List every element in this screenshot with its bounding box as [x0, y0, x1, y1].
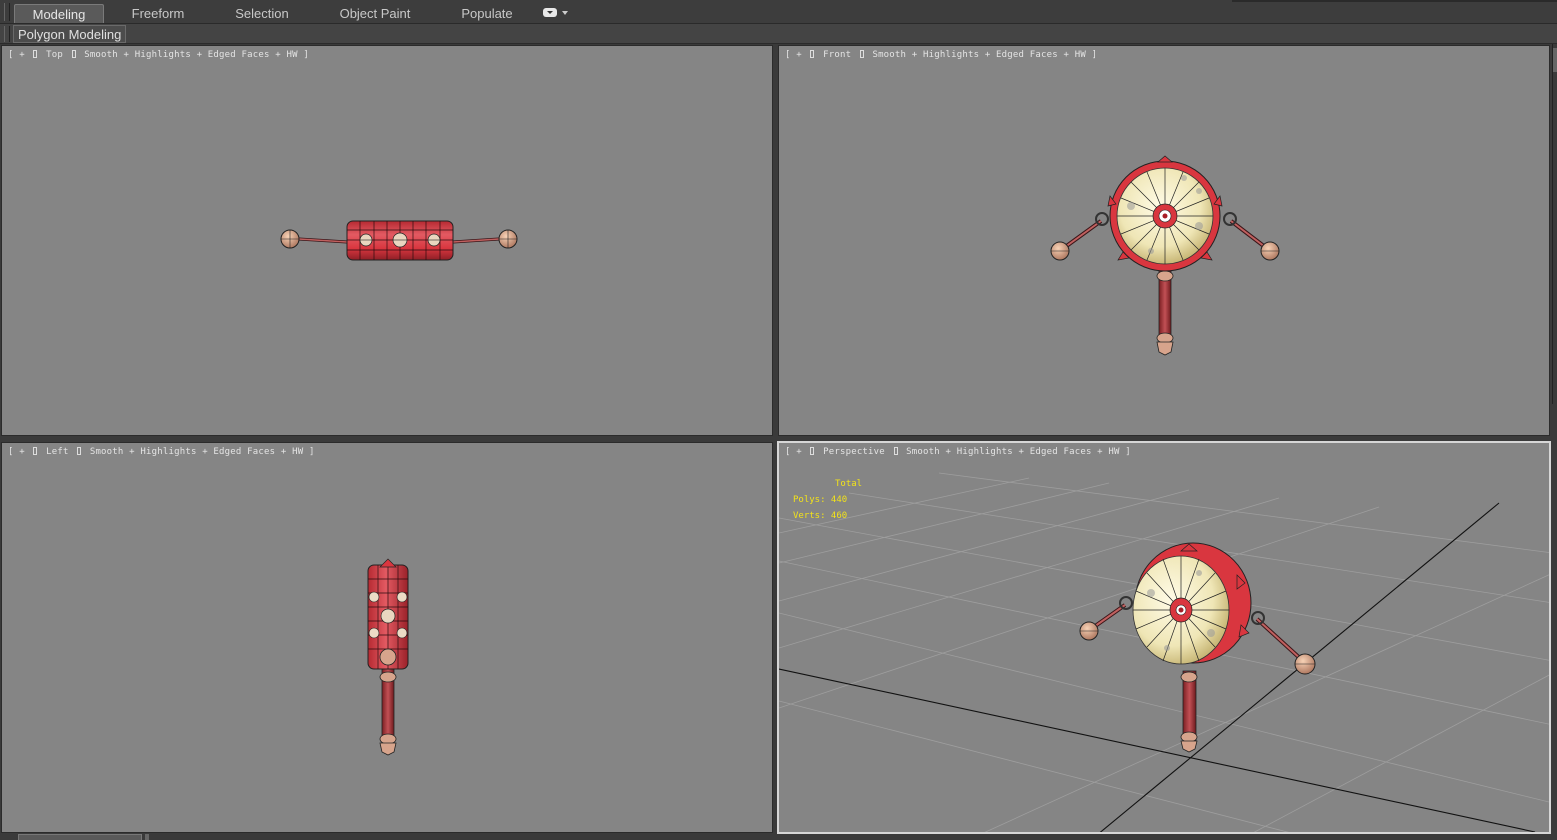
ribbon-tab-bar: Modeling Freeform Selection Object Paint…: [0, 0, 1557, 24]
ribbon-panel-row: Polygon Modeling: [0, 24, 1557, 44]
perspective-view-scene[interactable]: [779, 443, 1551, 834]
chevron-down-icon: [562, 11, 568, 15]
viewport-front[interactable]: [ + Front Smooth + Highlights + Edged Fa…: [778, 45, 1550, 436]
panel-grip-handle[interactable]: [4, 26, 10, 42]
tab-freeform[interactable]: Freeform: [120, 4, 196, 23]
polygon-modeling-panel-button[interactable]: Polygon Modeling: [13, 25, 127, 43]
viewport-left[interactable]: [ + Left Smooth + Highlights + Edged Fac…: [1, 442, 773, 833]
tab-object-paint[interactable]: Object Paint: [330, 4, 420, 23]
tab-selection[interactable]: Selection: [222, 4, 302, 23]
ribbon-divider: [1232, 0, 1557, 2]
time-slider-tab[interactable]: [18, 834, 142, 840]
front-view-drum-model[interactable]: [779, 46, 1550, 436]
ribbon-options-button[interactable]: [543, 7, 569, 19]
bottom-toolbar: [0, 834, 1557, 840]
left-view-drum-model[interactable]: [2, 443, 773, 833]
tab-populate[interactable]: Populate: [452, 4, 522, 23]
right-scrollbar[interactable]: [1552, 44, 1557, 404]
scrollbar-thumb[interactable]: [1553, 48, 1557, 72]
viewport-top[interactable]: [ + Top Smooth + Highlights + Edged Face…: [1, 45, 773, 436]
viewport-perspective[interactable]: [ + Perspective Smooth + Highlights + Ed…: [777, 441, 1551, 834]
axis-line-x: [779, 668, 1536, 832]
time-slider-arrow[interactable]: [145, 834, 149, 840]
tab-modeling[interactable]: Modeling: [14, 4, 104, 23]
ribbon-grip-handle[interactable]: [4, 3, 10, 21]
viewport-area: [ + Top Smooth + Highlights + Edged Face…: [0, 44, 1557, 840]
top-view-drum-model[interactable]: [2, 46, 773, 436]
ribbon-toggle-icon: [543, 8, 557, 17]
app-window: Modeling Freeform Selection Object Paint…: [0, 0, 1557, 840]
